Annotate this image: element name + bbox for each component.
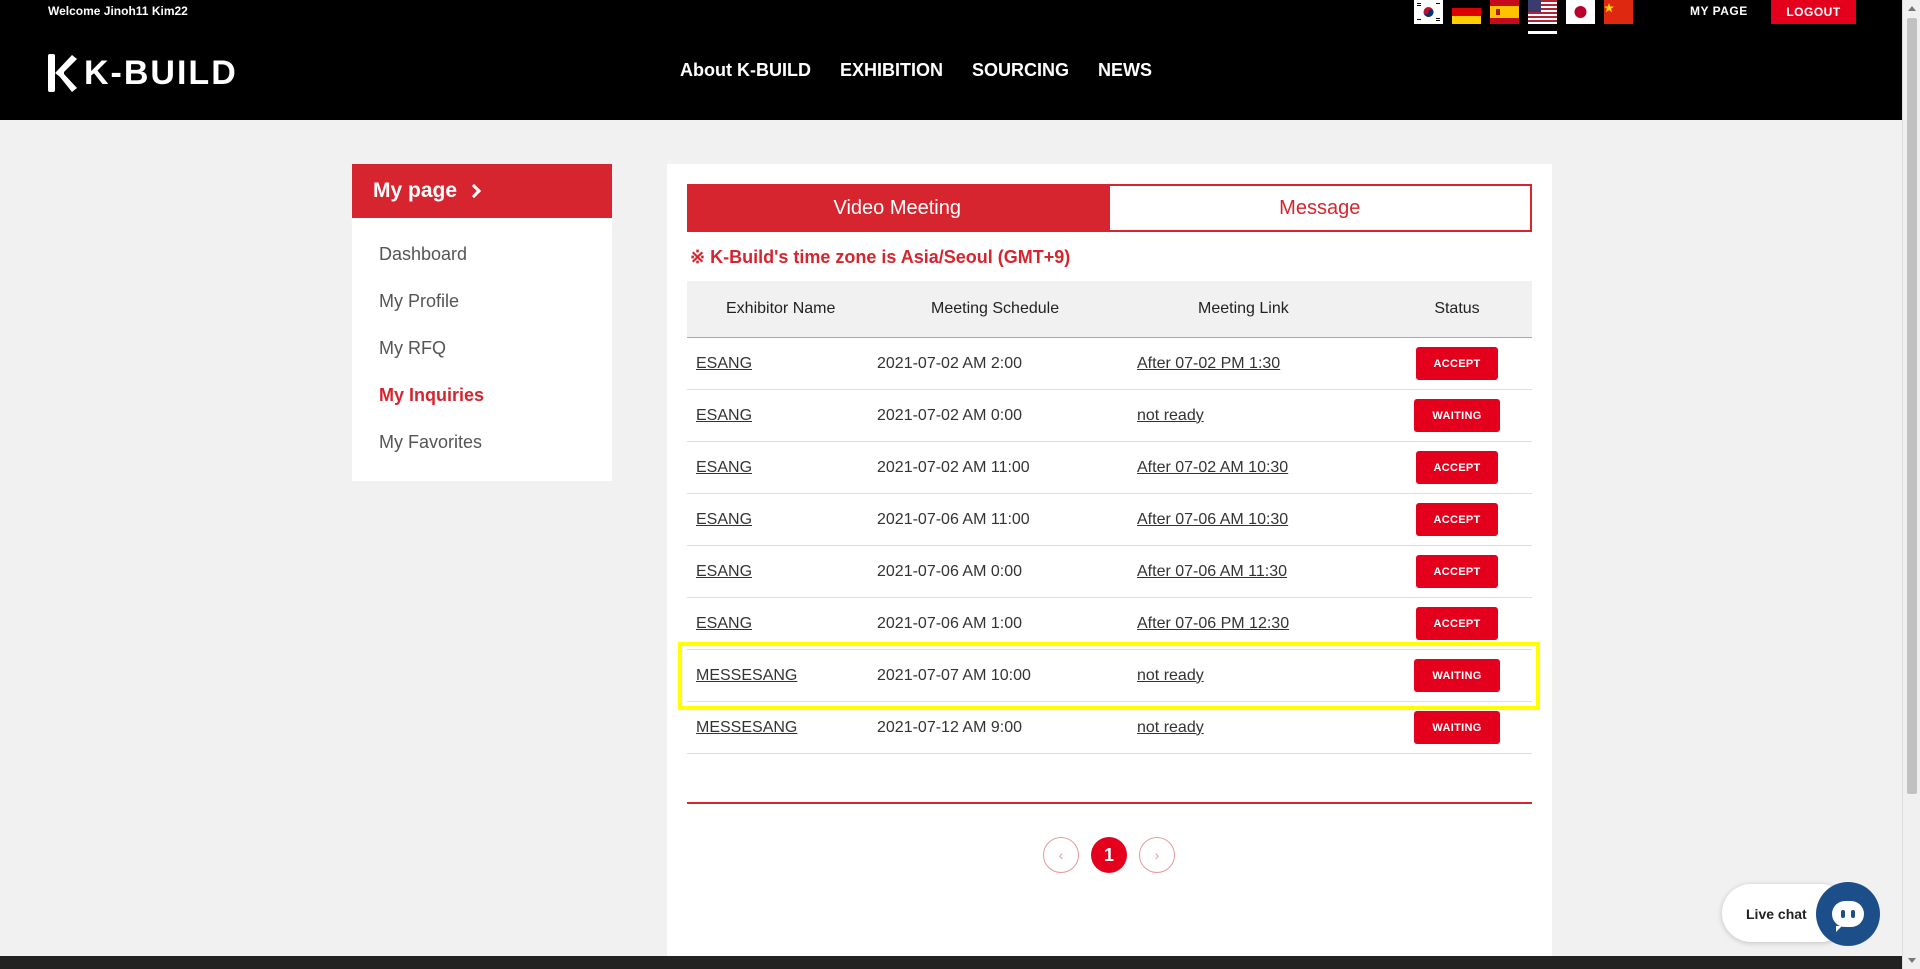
- meeting-link[interactable]: After 07-02 AM 10:30: [1137, 459, 1288, 476]
- tab-video-meeting[interactable]: Video Meeting: [687, 184, 1108, 232]
- sidebar-item-dashboard[interactable]: Dashboard: [379, 244, 612, 291]
- mypage-sidebar: My page Dashboard My Profile My RFQ My I…: [352, 164, 612, 481]
- status-waiting-button[interactable]: WAITING: [1414, 399, 1500, 432]
- inquiry-tabs: Video Meeting Message: [687, 184, 1532, 232]
- col-status: Status: [1434, 300, 1480, 317]
- nav-sourcing[interactable]: SOURCING: [972, 60, 1069, 81]
- meeting-link[interactable]: After 07-06 PM 12:30: [1137, 615, 1289, 632]
- exhibitor-link[interactable]: MESSESANG: [696, 719, 797, 736]
- tab-message[interactable]: Message: [1107, 184, 1532, 232]
- status-waiting-button[interactable]: WAITING: [1414, 711, 1500, 744]
- meeting-schedule: 2021-07-06 AM 11:00: [877, 510, 1030, 528]
- meeting-schedule: 2021-07-02 AM 0:00: [877, 406, 1022, 424]
- nav-exhibition[interactable]: EXHIBITION: [840, 60, 943, 81]
- col-meeting-schedule: Meeting Schedule: [931, 300, 1060, 317]
- table-row: ESANG 2021-07-06 AM 11:00 After 07-06 AM…: [687, 494, 1532, 546]
- prev-page-button[interactable]: ‹: [1043, 837, 1079, 873]
- page-scrollbar[interactable]: [1902, 0, 1920, 969]
- scroll-thumb[interactable]: [1907, 18, 1917, 794]
- meeting-link[interactable]: After 07-06 AM 11:30: [1137, 563, 1287, 580]
- table-row: ESANG 2021-07-02 AM 0:00 not ready WAITI…: [687, 390, 1532, 442]
- status-accept-button[interactable]: ACCEPT: [1416, 555, 1498, 588]
- main-nav: About K-BUILD EXHIBITION SOURCING NEWS: [680, 60, 1152, 81]
- scroll-up-icon[interactable]: [1908, 6, 1916, 11]
- status-accept-button[interactable]: ACCEPT: [1416, 451, 1498, 484]
- usa-flag-icon[interactable]: [1528, 0, 1557, 24]
- scroll-down-icon[interactable]: [1908, 958, 1916, 963]
- table-row: ESANG 2021-07-02 AM 11:00 After 07-02 AM…: [687, 442, 1532, 494]
- status-accept-button[interactable]: ACCEPT: [1416, 347, 1498, 380]
- pagination: ‹ 1 ›: [1043, 837, 1175, 873]
- footer-strip: [0, 956, 1902, 969]
- exhibitor-link[interactable]: ESANG: [696, 459, 752, 476]
- meeting-link[interactable]: not ready: [1137, 407, 1204, 424]
- meeting-link[interactable]: After 07-02 PM 1:30: [1137, 355, 1280, 372]
- china-flag-icon[interactable]: [1604, 0, 1633, 24]
- logo-mark-icon: [48, 54, 77, 92]
- sidebar-menu: Dashboard My Profile My RFQ My Inquiries…: [352, 218, 612, 479]
- meeting-schedule: 2021-07-06 AM 1:00: [877, 614, 1022, 632]
- meeting-schedule: 2021-07-06 AM 0:00: [877, 562, 1022, 580]
- inquiries-panel: Video Meeting Message ※ K-Build's time z…: [667, 164, 1552, 956]
- timezone-note: ※ K-Build's time zone is Asia/Seoul (GMT…: [690, 247, 1071, 267]
- sidebar-item-my-inquiries[interactable]: My Inquiries: [379, 385, 612, 432]
- spain-flag-icon[interactable]: [1490, 0, 1519, 24]
- active-language-indicator: [1528, 31, 1557, 34]
- my-page-link[interactable]: MY PAGE: [1690, 4, 1748, 18]
- table-row: ESANG 2021-07-06 AM 0:00 After 07-06 AM …: [687, 546, 1532, 598]
- sidebar-title[interactable]: My page: [352, 164, 612, 218]
- meeting-link[interactable]: After 07-06 AM 10:30: [1137, 511, 1288, 528]
- sidebar-title-text: My page: [373, 179, 458, 202]
- nav-news[interactable]: NEWS: [1098, 60, 1152, 81]
- logo-text: K-BUILD: [84, 53, 238, 92]
- col-meeting-link: Meeting Link: [1198, 300, 1289, 317]
- logout-button[interactable]: LOGOUT: [1771, 0, 1856, 24]
- japan-flag-icon[interactable]: [1566, 0, 1595, 24]
- status-accept-button[interactable]: ACCEPT: [1416, 503, 1498, 536]
- sidebar-item-my-favorites[interactable]: My Favorites: [379, 432, 612, 479]
- meeting-schedule: 2021-07-02 AM 2:00: [877, 354, 1022, 372]
- korea-flag-icon[interactable]: [1414, 0, 1443, 24]
- exhibitor-link[interactable]: ESANG: [696, 511, 752, 528]
- exhibitor-link[interactable]: ESANG: [696, 407, 752, 424]
- exhibitor-link[interactable]: ESANG: [696, 615, 752, 632]
- table-row: ESANG 2021-07-02 AM 2:00 After 07-02 PM …: [687, 338, 1532, 390]
- page-1-button[interactable]: 1: [1091, 837, 1127, 873]
- sidebar-item-my-profile[interactable]: My Profile: [379, 291, 612, 338]
- language-selector: [1414, 0, 1633, 24]
- col-exhibitor-name: Exhibitor Name: [726, 300, 836, 317]
- exhibitor-link[interactable]: ESANG: [696, 563, 752, 580]
- meeting-schedule: 2021-07-12 AM 9:00: [877, 718, 1022, 736]
- sidebar-item-my-rfq[interactable]: My RFQ: [379, 338, 612, 385]
- chevron-right-icon: [466, 183, 482, 199]
- meeting-schedule: 2021-07-02 AM 11:00: [877, 458, 1030, 476]
- exhibitor-link[interactable]: ESANG: [696, 355, 752, 372]
- welcome-text: Welcome Jinoh11 Kim22: [48, 4, 188, 18]
- live-chat-label: Live chat: [1746, 906, 1807, 922]
- status-accept-button[interactable]: ACCEPT: [1416, 607, 1498, 640]
- chat-bubble-icon[interactable]: [1816, 882, 1880, 946]
- table-bottom-divider: [687, 802, 1532, 804]
- meeting-link[interactable]: not ready: [1137, 719, 1204, 736]
- nav-about[interactable]: About K-BUILD: [680, 60, 811, 81]
- table-header: Exhibitor Name Meeting Schedule Meeting …: [687, 281, 1532, 338]
- highlighted-row-outline: [678, 642, 1540, 710]
- k-build-logo[interactable]: K-BUILD: [46, 52, 238, 94]
- germany-flag-icon[interactable]: [1452, 0, 1481, 24]
- site-header: Welcome Jinoh11 Kim22 K-BUILD About K-BU…: [0, 0, 1902, 120]
- next-page-button[interactable]: ›: [1139, 837, 1175, 873]
